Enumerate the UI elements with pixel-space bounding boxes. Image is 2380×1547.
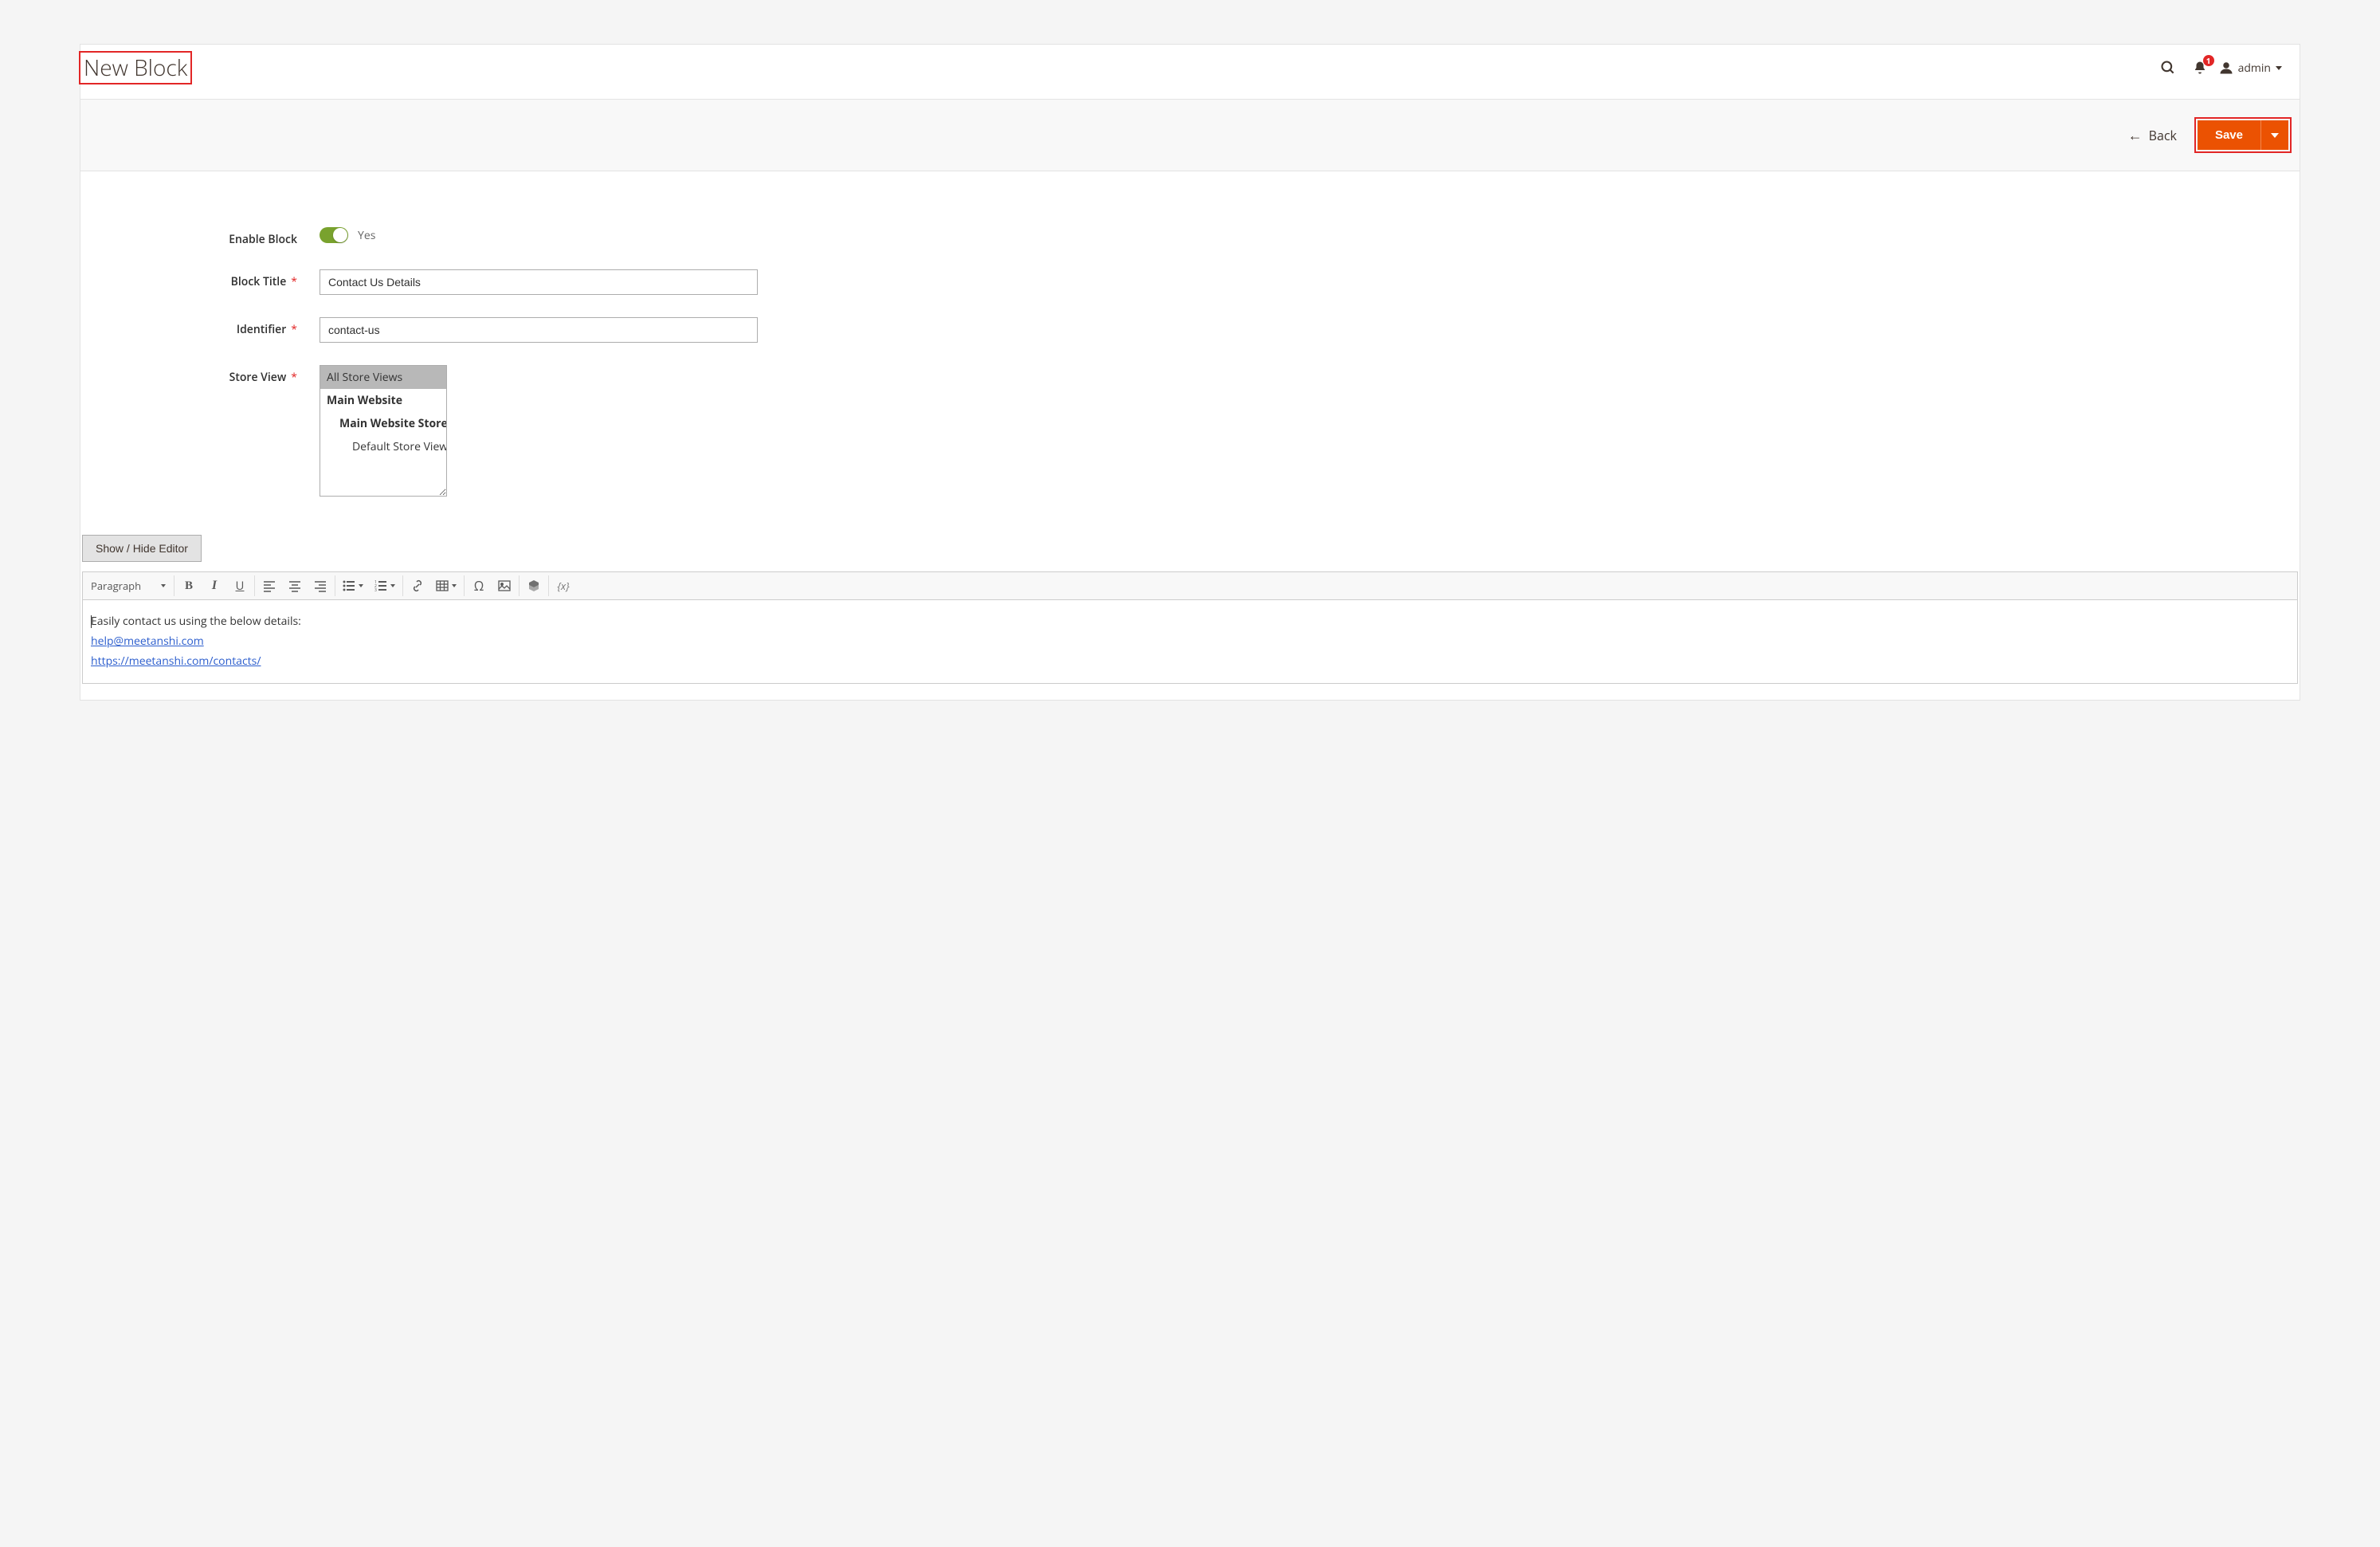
form: Enable Block Yes Block Title * Identifier… — [80, 171, 2300, 535]
variable-button[interactable]: {x} — [551, 574, 576, 598]
link-button[interactable] — [405, 574, 430, 598]
search-icon — [2160, 60, 2176, 76]
store-option-main-website-store[interactable]: Main Website Store — [320, 412, 446, 435]
image-button[interactable] — [492, 574, 517, 598]
table-button[interactable] — [430, 574, 462, 598]
chevron-down-icon — [161, 584, 166, 587]
store-option-all[interactable]: All Store Views — [320, 366, 446, 389]
underline-icon: U — [236, 578, 245, 594]
store-option-default[interactable]: Default Store View — [320, 435, 446, 458]
align-right-button[interactable] — [308, 574, 333, 598]
save-button-group: Save — [2194, 117, 2292, 153]
toggle-switch — [320, 227, 348, 243]
save-dropdown-button[interactable] — [2260, 120, 2288, 150]
page-header: New Block 1 admin — [80, 45, 2300, 100]
store-view-select[interactable]: All Store Views Main Website Main Websit… — [320, 365, 447, 497]
link-icon — [411, 579, 424, 592]
store-option-main-website[interactable]: Main Website — [320, 389, 446, 412]
variable-icon: {x} — [557, 579, 569, 593]
italic-icon: I — [212, 579, 217, 593]
label-identifier: Identifier — [237, 322, 286, 337]
block-title-input[interactable] — [320, 269, 758, 295]
notification-badge: 1 — [2203, 55, 2214, 66]
table-icon — [436, 579, 449, 592]
show-hide-editor-button[interactable]: Show / Hide Editor — [82, 535, 202, 562]
align-right-icon — [314, 579, 327, 592]
user-icon — [2219, 61, 2233, 75]
label-block-title: Block Title — [231, 274, 287, 289]
required-star: * — [291, 322, 297, 337]
omega-icon: Ω — [474, 577, 484, 595]
search-button[interactable] — [2152, 52, 2184, 84]
notifications-button[interactable]: 1 — [2184, 52, 2216, 84]
bullet-list-icon — [343, 579, 355, 592]
label-enable-block: Enable Block — [96, 227, 320, 247]
align-left-button[interactable] — [257, 574, 282, 598]
row-identifier: Identifier * — [96, 317, 2284, 343]
chevron-down-icon — [2276, 66, 2282, 70]
numbered-list-button[interactable]: 123 — [369, 574, 401, 598]
bold-button[interactable]: B — [176, 574, 202, 598]
chevron-down-icon — [452, 584, 457, 587]
align-center-icon — [288, 579, 301, 592]
chevron-down-icon — [359, 584, 363, 587]
numbered-list-icon: 123 — [374, 579, 387, 592]
admin-panel: New Block 1 admin ← Back Save Enable B — [80, 44, 2300, 701]
wysiwyg-editor: Paragraph B I U — [82, 571, 2298, 684]
bullet-list-button[interactable] — [337, 574, 369, 598]
editor-toolbar: Paragraph B I U — [83, 572, 2297, 600]
bold-icon: B — [185, 579, 193, 593]
row-block-title: Block Title * — [96, 269, 2284, 295]
align-left-icon — [263, 579, 276, 592]
arrow-left-icon: ← — [2128, 128, 2143, 143]
enable-block-toggle[interactable]: Yes — [320, 227, 375, 243]
user-name-label: admin — [2238, 61, 2271, 76]
editor-content[interactable]: Easily contact us using the below detail… — [83, 600, 2297, 683]
svg-text:3: 3 — [374, 588, 377, 592]
row-enable-block: Enable Block Yes — [96, 227, 2284, 247]
page-title: New Block — [79, 51, 192, 84]
caret-down-icon — [2271, 133, 2279, 138]
required-star: * — [291, 370, 297, 385]
back-label: Back — [2149, 127, 2177, 144]
italic-button[interactable]: I — [202, 574, 227, 598]
widget-icon — [527, 579, 540, 592]
save-button[interactable]: Save — [2198, 120, 2260, 150]
format-select[interactable]: Paragraph — [84, 575, 172, 597]
identifier-input[interactable] — [320, 317, 758, 343]
required-star: * — [291, 274, 297, 289]
align-center-button[interactable] — [282, 574, 308, 598]
format-label: Paragraph — [91, 579, 141, 593]
editor-link-url[interactable]: https://meetanshi.com/contacts/ — [91, 654, 261, 669]
editor-section: Show / Hide Editor Paragraph B I U — [80, 535, 2300, 700]
row-store-view: Store View * All Store Views Main Website… — [96, 365, 2284, 497]
special-char-button[interactable]: Ω — [466, 574, 492, 598]
action-bar: ← Back Save — [80, 100, 2300, 171]
image-icon — [498, 579, 511, 592]
editor-link-email[interactable]: help@meetanshi.com — [91, 634, 204, 649]
toggle-value-label: Yes — [358, 228, 375, 243]
back-button[interactable]: ← Back — [2128, 127, 2177, 144]
user-menu[interactable]: admin — [2216, 61, 2285, 76]
chevron-down-icon — [390, 584, 395, 587]
underline-button[interactable]: U — [227, 574, 253, 598]
label-store-view: Store View — [229, 370, 287, 385]
widget-button[interactable] — [521, 574, 547, 598]
